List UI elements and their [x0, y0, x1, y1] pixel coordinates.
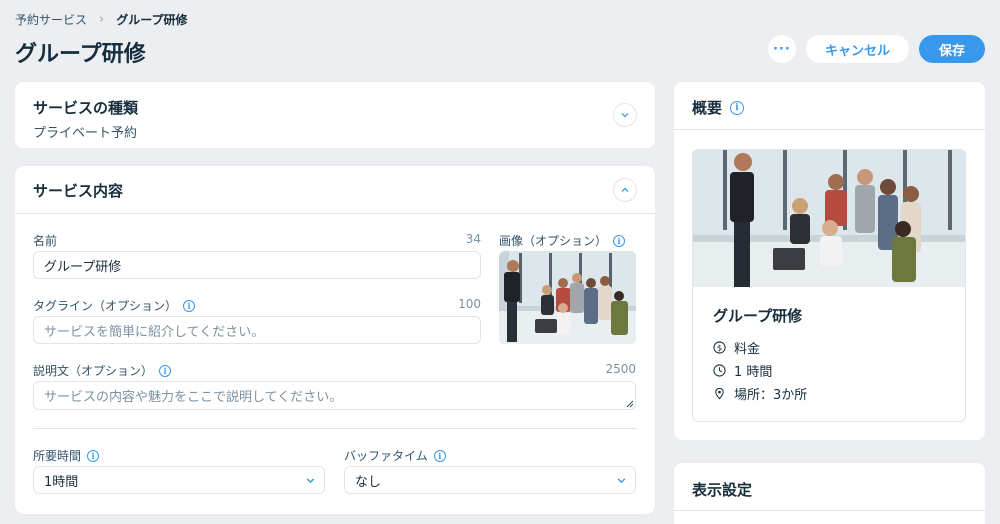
section-divider [15, 213, 655, 214]
more-actions-button[interactable]: ··· [767, 35, 796, 63]
duration-label-text: 所要時間 [33, 449, 82, 463]
svg-text:$: $ [717, 343, 722, 353]
summary-card: 概要 i グループ研修 $ 料金 1 時間 場所：3か所 [674, 82, 985, 440]
tagline-counter: 100 [458, 297, 481, 311]
info-icon[interactable]: i [183, 299, 196, 312]
service-type-value: プライベート予約 [33, 126, 138, 141]
name-label-text: 名前 [33, 234, 58, 248]
group-photo-image [499, 251, 636, 344]
save-button[interactable]: 保存 [918, 35, 985, 63]
name-counter: 34 [465, 232, 481, 246]
page-title: グループ研修 [15, 42, 146, 67]
description-textarea[interactable]: サービスの内容や魅力をここで説明してください。 [33, 381, 636, 410]
info-icon[interactable]: i [87, 449, 100, 462]
duration-value: 1時間 [44, 474, 79, 490]
tagline-input[interactable]: サービスを簡単に紹介してください。 [33, 316, 481, 344]
location-pin-icon [715, 387, 724, 400]
duration-row: 1 時間 [713, 361, 772, 380]
fields-divider [33, 428, 637, 429]
location-row: 場所：3か所 [713, 384, 807, 403]
service-details-title: サービス内容 [33, 182, 124, 200]
summary-title: 概要 [692, 99, 723, 117]
breadcrumb-current: グループ研修 [116, 13, 188, 27]
summary-divider [674, 129, 985, 130]
tagline-label-text: タグライン（オプション） [33, 299, 178, 313]
info-icon[interactable]: i [613, 234, 626, 247]
chevron-down-icon [621, 113, 629, 118]
image-label: 画像（オプション） i [499, 232, 626, 249]
group-photo-image [693, 150, 965, 287]
price-row: $ 料金 [713, 338, 760, 357]
expand-toggle-button[interactable] [613, 103, 637, 127]
buffer-label: バッファタイム i [344, 447, 446, 464]
buffer-select[interactable]: なし [344, 466, 636, 494]
display-settings-divider [674, 510, 985, 511]
preview-service-name: グループ研修 [713, 307, 803, 325]
clock-icon [713, 364, 726, 377]
info-icon[interactable]: i [433, 449, 446, 462]
description-counter: 2500 [605, 362, 636, 376]
name-input[interactable]: グループ研修 [33, 251, 481, 279]
info-icon[interactable]: i [730, 100, 745, 115]
description-label: 説明文（オプション） i [33, 362, 172, 379]
chevron-down-icon [617, 478, 626, 484]
duration-summary: 1 時間 [734, 365, 773, 380]
resize-handle-icon[interactable] [626, 400, 634, 408]
more-icon: ··· [773, 41, 791, 57]
location-summary: 場所：3か所 [734, 388, 808, 403]
buffer-value: なし [355, 474, 382, 490]
breadcrumb: 予約サービス › グループ研修 [15, 11, 188, 28]
display-settings-title: 表示設定 [692, 481, 753, 499]
service-image-thumbnail[interactable] [499, 251, 636, 344]
chevron-right-icon: › [99, 12, 105, 27]
info-icon[interactable]: i [159, 364, 172, 377]
duration-select[interactable]: 1時間 [33, 466, 325, 494]
service-type-card: サービスの種類 プライベート予約 [15, 82, 655, 148]
tagline-label: タグライン（オプション） i [33, 297, 196, 314]
cancel-button[interactable]: キャンセル [805, 35, 909, 63]
buffer-label-text: バッファタイム [344, 449, 428, 463]
chevron-up-icon [621, 187, 629, 192]
dollar-icon: $ [713, 341, 726, 354]
breadcrumb-link-services[interactable]: 予約サービス [15, 11, 87, 28]
collapse-toggle-button[interactable] [613, 178, 637, 202]
service-details-card: サービス内容 名前 34 グループ研修 タグライン（オプション） i 100 サ… [15, 166, 655, 514]
service-type-title: サービスの種類 [33, 99, 139, 117]
service-preview-card: グループ研修 $ 料金 1 時間 場所：3か所 [692, 149, 966, 422]
price-label: 料金 [734, 342, 761, 357]
image-label-text: 画像（オプション） [499, 234, 608, 248]
duration-label: 所要時間 i [33, 447, 100, 464]
chevron-down-icon [306, 478, 315, 484]
top-actions: ··· キャンセル 保存 [767, 35, 985, 63]
description-label-text: 説明文（オプション） [33, 364, 154, 378]
display-settings-card: 表示設定 [674, 463, 985, 524]
name-label: 名前 [33, 232, 57, 249]
